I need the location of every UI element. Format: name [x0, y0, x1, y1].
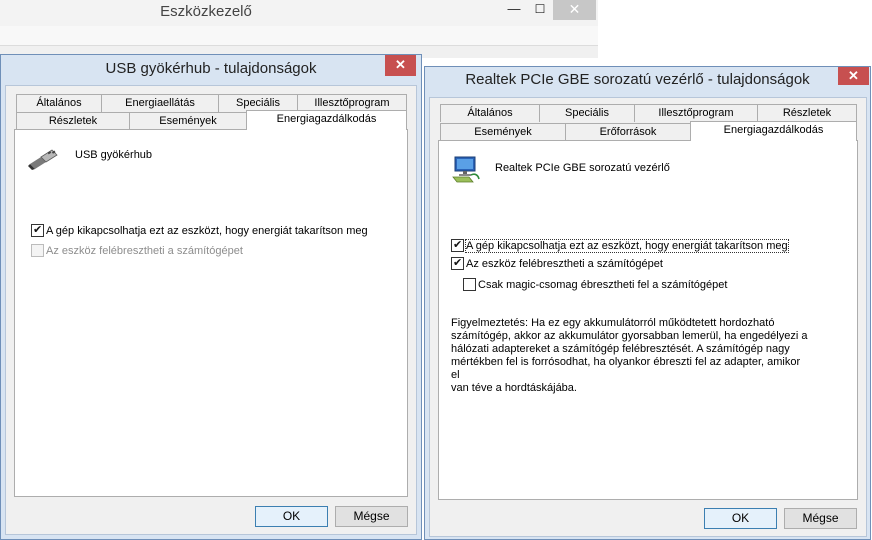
nic-allow-power-off-checkbox[interactable]	[451, 238, 464, 252]
tab-advanced[interactable]: Speciális	[539, 104, 635, 122]
device-manager-titlebar: Eszközkezelő — ☐ ✕	[0, 0, 598, 26]
nic-dialog-client: Általános Speciális Illesztőprogram Rész…	[429, 97, 867, 537]
maximize-icon[interactable]: ☐	[528, 0, 552, 20]
tab-details[interactable]: Részletek	[16, 112, 130, 130]
nic-magic-packet-label[interactable]: Csak magic-csomag ébresztheti fel a szám…	[478, 279, 727, 291]
tab-events[interactable]: Események	[440, 123, 566, 141]
usb-dialog-client: Általános Energiaellátás Speciális Illes…	[5, 85, 417, 535]
usb-allow-power-off-checkbox[interactable]	[31, 223, 44, 237]
network-adapter-icon	[452, 156, 480, 183]
usb-allow-power-off-label[interactable]: A gép kikapcsolhatja ezt az eszközt, hog…	[46, 225, 368, 237]
nic-allow-wake-checkbox[interactable]	[451, 256, 464, 270]
usb-allow-wake-label: Az eszköz felébresztheti a számítógépet	[46, 245, 243, 257]
cancel-button[interactable]: Mégse	[784, 508, 857, 529]
usb-tab-panel: USB gyökérhub A gép kikapcsolhatja ezt a…	[14, 129, 408, 497]
device-manager-menubar	[0, 26, 598, 46]
tab-power-management[interactable]: Energiagazdálkodás	[690, 121, 857, 141]
tab-general[interactable]: Általános	[440, 104, 540, 122]
tab-power-supply[interactable]: Energiaellátás	[101, 94, 219, 112]
ok-button[interactable]: OK	[255, 506, 328, 527]
usb-plug-icon	[28, 149, 58, 170]
tab-driver[interactable]: Illesztőprogram	[634, 104, 758, 122]
usb-device-name: USB gyökérhub	[75, 149, 153, 161]
close-icon[interactable]: ✕	[553, 0, 596, 20]
close-icon[interactable]: ✕	[838, 67, 869, 85]
cancel-button[interactable]: Mégse	[335, 506, 408, 527]
nic-properties-dialog: Realtek PCIe GBE sorozatú vezérlő - tula…	[424, 66, 871, 540]
tab-general[interactable]: Általános	[16, 94, 102, 112]
nic-device-name: Realtek PCIe GBE sorozatú vezérlő	[495, 162, 670, 174]
usb-dialog-title: USB gyökérhub - tulajdonságok	[105, 60, 317, 77]
ok-button[interactable]: OK	[704, 508, 777, 529]
tab-power-management[interactable]: Energiagazdálkodás	[246, 110, 407, 130]
nic-warning-text: Figyelmeztetés: Ha ez egy akkumulátorról…	[451, 317, 808, 394]
nic-tab-panel: Realtek PCIe GBE sorozatú vezérlő A gép …	[438, 140, 858, 500]
nic-allow-power-off-label[interactable]: A gép kikapcsolhatja ezt az eszközt, hog…	[465, 239, 789, 253]
usb-allow-wake-checkbox	[31, 244, 44, 257]
tab-events[interactable]: Események	[129, 112, 247, 130]
nic-dialog-title: Realtek PCIe GBE sorozatú vezérlő - tula…	[465, 71, 810, 88]
nic-allow-wake-label[interactable]: Az eszköz felébresztheti a számítógépet	[466, 258, 663, 270]
device-manager-window: Eszközkezelő — ☐ ✕	[0, 0, 598, 58]
tab-resources[interactable]: Erőforrások	[565, 123, 691, 141]
tab-details[interactable]: Részletek	[757, 104, 857, 122]
minimize-icon[interactable]: —	[502, 0, 526, 20]
usb-properties-dialog: USB gyökérhub - tulajdonságok ✕ Általáno…	[0, 54, 422, 540]
nic-magic-packet-checkbox[interactable]	[463, 278, 476, 291]
device-manager-title: Eszközkezelő	[160, 3, 252, 20]
